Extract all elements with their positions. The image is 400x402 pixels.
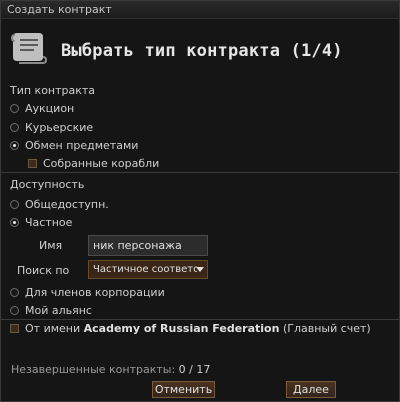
radio-button[interactable] bbox=[10, 288, 19, 297]
radio-button-selected[interactable] bbox=[10, 218, 19, 227]
pending-contracts-status: Незавершенные контракты: 0 / 17 bbox=[11, 363, 210, 376]
divider bbox=[1, 172, 399, 173]
radio-courier[interactable]: Курьерские bbox=[10, 121, 93, 134]
scroll-contract-icon bbox=[10, 33, 48, 64]
radio-label: Обмен предметами bbox=[25, 139, 139, 152]
radio-button-selected[interactable] bbox=[10, 141, 19, 150]
radio-label: Мой альянс bbox=[25, 304, 92, 317]
search-by-label: Поиск по bbox=[17, 264, 70, 277]
contract-type-label: Тип контракта bbox=[10, 84, 96, 97]
checkbox-on-behalf-corp[interactable]: От имени Academy of Russian Federation (… bbox=[10, 322, 371, 335]
radio-my-alliance[interactable]: Мой альянс bbox=[10, 304, 92, 317]
next-button[interactable]: Далее bbox=[286, 381, 336, 398]
radio-label: Частное bbox=[25, 216, 73, 229]
radio-auction[interactable]: Аукцион bbox=[10, 102, 74, 115]
checkbox[interactable] bbox=[10, 324, 19, 333]
pending-contracts-label: Незавершенные контракты: bbox=[11, 363, 176, 376]
pending-contracts-count: 0 / 17 bbox=[178, 363, 211, 376]
radio-label: Курьерские bbox=[25, 121, 94, 134]
checkbox-assembled-ships[interactable]: Собранные корабли bbox=[28, 157, 159, 170]
radio-label: Для членов корпорации bbox=[25, 286, 165, 299]
name-input[interactable] bbox=[88, 235, 208, 256]
radio-public[interactable]: Общедоступн. bbox=[10, 198, 109, 211]
corp-name: Academy of Russian Federation bbox=[83, 322, 280, 335]
radio-item-exchange[interactable]: Обмен предметами bbox=[10, 139, 138, 152]
radio-button[interactable] bbox=[10, 123, 19, 132]
search-mode-value: Частичное соответствие bbox=[93, 264, 197, 275]
create-contract-window: Создать контракт Выбрать тип контракта (… bbox=[0, 0, 400, 402]
radio-button[interactable] bbox=[10, 306, 19, 315]
cancel-button[interactable]: Отменить bbox=[152, 381, 215, 398]
radio-label: Общедоступн. bbox=[25, 198, 109, 211]
search-mode-select[interactable]: Частичное соответствие bbox=[88, 260, 208, 279]
radio-private[interactable]: Частное bbox=[10, 216, 72, 229]
checkbox[interactable] bbox=[28, 159, 37, 168]
radio-label: Аукцион bbox=[25, 102, 75, 115]
dialog-heading: Выбрать тип контракта (1/4) bbox=[61, 41, 343, 61]
window-title: Создать контракт bbox=[1, 1, 399, 19]
chevron-down-icon[interactable] bbox=[196, 267, 204, 272]
availability-label: Доступность bbox=[10, 178, 85, 191]
divider bbox=[1, 319, 399, 320]
radio-corp-members[interactable]: Для членов корпорации bbox=[10, 286, 165, 299]
checkbox-label: Собранные корабли bbox=[43, 157, 160, 170]
on-behalf-suffix: (Главный счет) bbox=[282, 322, 371, 335]
name-label: Имя bbox=[39, 239, 63, 252]
radio-button[interactable] bbox=[10, 200, 19, 209]
on-behalf-prefix: От имени bbox=[25, 322, 81, 335]
radio-button[interactable] bbox=[10, 104, 19, 113]
